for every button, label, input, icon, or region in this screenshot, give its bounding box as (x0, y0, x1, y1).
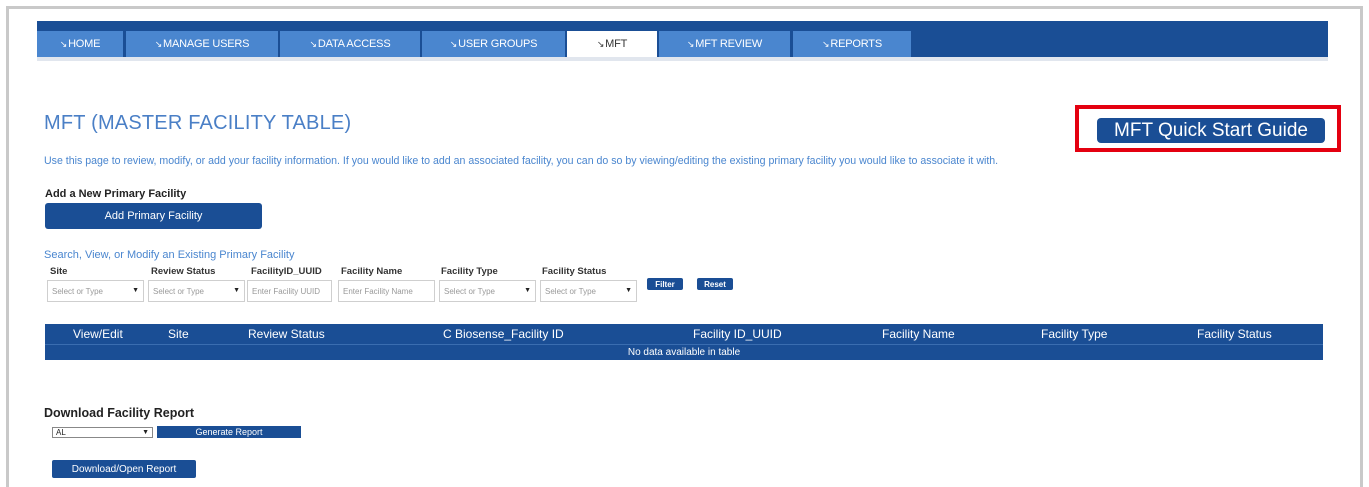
dropdown-caret-icon: ▼ (132, 287, 139, 294)
add-facility-heading: Add a New Primary Facility (45, 188, 187, 200)
column-header-review-status[interactable]: Review Status (248, 327, 325, 341)
nav-arrow-icon: ↘ (59, 38, 68, 49)
filter-label-facility-uuid: FacilityID_UUID (251, 266, 322, 277)
filter-label-site: Site (50, 266, 68, 277)
tab-user-groups[interactable]: ↘ USER GROUPS (422, 31, 565, 57)
screenshot-frame (6, 6, 1363, 487)
quick-start-guide-button[interactable]: MFT Quick Start Guide (1097, 118, 1325, 143)
download-report-heading: Download Facility Report (44, 406, 195, 420)
facility-type-select[interactable]: Select or Type ▼ (439, 280, 536, 302)
facility-name-input[interactable]: Enter Facility Name (338, 280, 435, 302)
column-header-facility-status[interactable]: Facility Status (1197, 327, 1272, 341)
dropdown-caret-icon: ▼ (142, 429, 149, 436)
state-select[interactable]: AL ▼ (52, 427, 153, 438)
tab-home[interactable]: ↘ HOME (37, 31, 123, 57)
column-header-site[interactable]: Site (168, 327, 189, 341)
download-open-report-button[interactable]: Download/Open Report (52, 460, 196, 478)
tab-data-access[interactable]: ↘ DATA ACCESS (280, 31, 420, 57)
tab-mft-review[interactable]: ↘ MFT REVIEW (659, 31, 790, 57)
tab-reports[interactable]: ↘ REPORTS (793, 31, 911, 57)
column-header-biosense-facility-id[interactable]: C Biosense_Facility ID (443, 327, 564, 341)
nav-arrow-icon: ↘ (686, 38, 695, 49)
tab-mft[interactable]: ↘ MFT (567, 31, 657, 57)
column-header-facility-name[interactable]: Facility Name (882, 327, 955, 341)
nav-arrow-icon: ↘ (596, 38, 605, 49)
table-empty-message: No data available in table (45, 344, 1323, 360)
facility-uuid-input[interactable]: Enter Facility UUID (247, 280, 332, 302)
nav-arrow-icon: ↘ (154, 38, 163, 49)
page-title: MFT (MASTER FACILITY TABLE) (44, 112, 352, 134)
quick-start-highlight: MFT Quick Start Guide (1075, 105, 1341, 152)
filter-label-facility-type: Facility Type (441, 266, 498, 277)
dropdown-caret-icon: ▼ (625, 287, 632, 294)
dropdown-caret-icon: ▼ (233, 287, 240, 294)
reset-button[interactable]: Reset (697, 278, 733, 290)
site-select[interactable]: Select or Type ▼ (47, 280, 144, 302)
generate-report-button[interactable]: Generate Report (157, 426, 301, 438)
filter-button[interactable]: Filter (647, 278, 683, 290)
filter-label-facility-status: Facility Status (542, 266, 607, 277)
tab-manage-users[interactable]: ↘ MANAGE USERS (126, 31, 278, 57)
filter-label-review-status: Review Status (151, 266, 216, 277)
column-header-facility-uuid[interactable]: Facility ID_UUID (693, 327, 782, 341)
nav-arrow-icon: ↘ (449, 38, 458, 49)
nav-arrow-icon: ↘ (822, 38, 830, 49)
column-header-facility-type[interactable]: Facility Type (1041, 327, 1107, 341)
filter-label-facility-name: Facility Name (341, 266, 403, 277)
facility-status-select[interactable]: Select or Type ▼ (540, 280, 637, 302)
review-status-select[interactable]: Select or Type ▼ (148, 280, 245, 302)
add-primary-facility-button[interactable]: Add Primary Facility (45, 203, 262, 229)
column-header-view-edit[interactable]: View/Edit (73, 327, 123, 341)
top-nav: ↘ HOME ↘ MANAGE USERS ↘ DATA ACCESS ↘ USER G… (37, 21, 1328, 57)
search-section-title: Search, View, or Modify an Existing Prim… (44, 249, 295, 261)
facility-table-header: View/Edit Site Review Status C Biosense_… (45, 324, 1323, 344)
nav-arrow-icon: ↘ (309, 38, 318, 49)
intro-text: Use this page to review, modify, or add … (44, 155, 999, 167)
nav-underline (37, 57, 1328, 61)
dropdown-caret-icon: ▼ (524, 287, 531, 294)
